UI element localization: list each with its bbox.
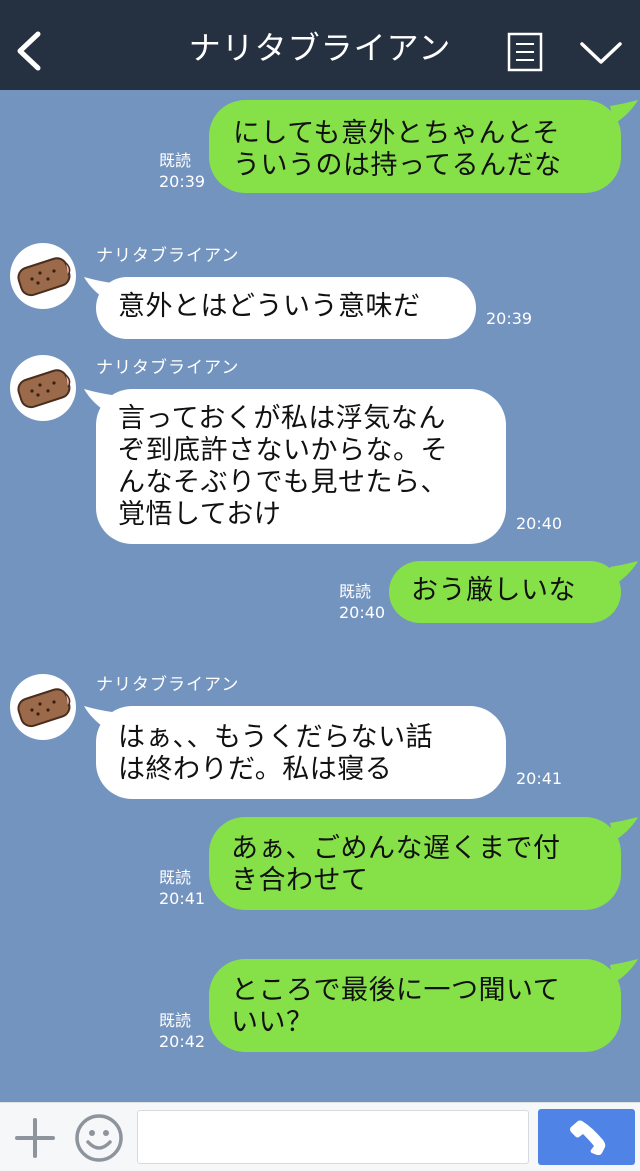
message-text: にしても意外とちゃんとそ ういうのは持ってるんだな: [233, 118, 562, 181]
phone-icon: [570, 1120, 606, 1155]
sender-name: ナリタブライアン: [96, 358, 240, 378]
message-text: 意外とはどういう意味だ: [118, 291, 421, 322]
list-menu-icon[interactable]: [507, 32, 543, 72]
message-time: 20:39: [159, 172, 206, 191]
sent-message-bubble[interactable]: おう厳しいな: [389, 561, 621, 623]
sent-message-bubble[interactable]: あぁ、ごめんな遅くまで付 き合わせて: [209, 817, 621, 910]
message-input-bar: [0, 1102, 640, 1171]
message-text: はぁ、、もうくだらない話 は終わりだ。私は寝る: [118, 722, 434, 785]
chat-header: ナリタブライアン: [0, 0, 640, 90]
message-time: 20:40: [516, 514, 563, 533]
message-time: 20:42: [159, 1032, 206, 1051]
bubble-tail-icon: [610, 959, 638, 983]
read-receipt: 既読 20:40: [339, 581, 385, 623]
call-button[interactable]: [538, 1109, 635, 1165]
chevron-down-icon[interactable]: [579, 40, 623, 68]
message-list[interactable]: 既読 20:39 にしても意外とちゃんとそ ういうのは持ってるんだな ナリタブラ…: [0, 90, 640, 1102]
message-time: 20:40: [339, 603, 386, 622]
received-message-bubble[interactable]: 言っておくが私は浮気なん ぞ到底許さないからな。そ んなそぶりでも見せたら、 覚…: [96, 389, 506, 544]
read-receipt: 既読 20:39: [159, 150, 205, 192]
read-label: 既読: [339, 582, 372, 601]
sender-avatar[interactable]: [10, 674, 76, 740]
read-label: 既読: [159, 151, 192, 170]
read-receipt: 既読 20:41: [159, 867, 205, 909]
plus-icon[interactable]: [14, 1117, 56, 1159]
message-time: 20:41: [159, 889, 206, 908]
received-message-bubble[interactable]: 意外とはどういう意味だ: [96, 277, 476, 339]
emoji-smile-icon[interactable]: [74, 1113, 124, 1163]
sender-name: ナリタブライアン: [96, 246, 240, 266]
sender-name: ナリタブライアン: [96, 675, 240, 695]
message-time: 20:39: [486, 309, 533, 328]
read-label: 既読: [159, 1011, 192, 1030]
bubble-tail-icon: [610, 100, 638, 124]
message-text: ところで最後に一つ聞いて いい？: [231, 975, 561, 1038]
received-message-bubble[interactable]: はぁ、、もうくだらない話 は終わりだ。私は寝る: [96, 706, 506, 799]
back-chevron-icon[interactable]: [12, 30, 48, 72]
read-label: 既読: [159, 868, 192, 887]
bubble-tail-icon: [610, 561, 638, 585]
sent-message-bubble[interactable]: ところで最後に一つ聞いて いい？: [209, 959, 621, 1052]
sender-avatar[interactable]: [10, 355, 76, 421]
sent-message-bubble[interactable]: にしても意外とちゃんとそ ういうのは持ってるんだな: [209, 100, 621, 193]
message-text: あぁ、ごめんな遅くまで付 き合わせて: [231, 833, 561, 896]
chat-title: ナリタブライアン: [188, 29, 452, 67]
message-text: 言っておくが私は浮気なん ぞ到底許さないからな。そ んなそぶりでも見せたら、 覚…: [118, 403, 448, 530]
read-receipt: 既読 20:42: [159, 1010, 205, 1052]
message-time: 20:41: [516, 769, 563, 788]
bubble-tail-icon: [610, 817, 638, 841]
message-input[interactable]: [137, 1110, 529, 1164]
message-text: おう厳しいな: [411, 575, 576, 606]
sender-avatar[interactable]: [10, 243, 76, 309]
